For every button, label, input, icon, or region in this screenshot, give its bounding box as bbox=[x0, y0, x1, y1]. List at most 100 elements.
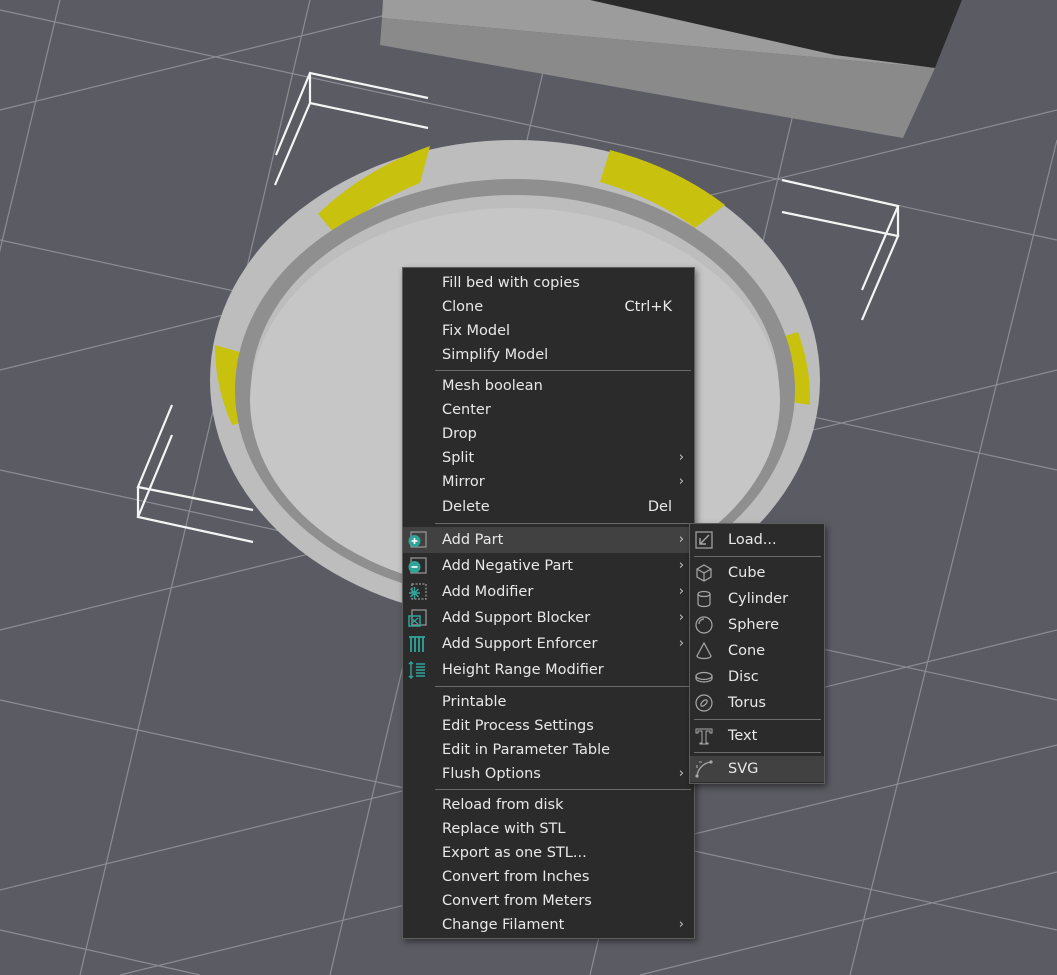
load-icon bbox=[695, 531, 713, 549]
menu-item-label: Convert from Meters bbox=[442, 893, 592, 909]
menu-item-label: Simplify Model bbox=[442, 347, 549, 363]
menu-item-add-negative-part[interactable]: Add Negative Part › bbox=[403, 553, 694, 579]
submenu-item-label: Load... bbox=[728, 532, 777, 548]
menu-item-label: Add Support Blocker bbox=[442, 610, 591, 626]
menu-item-split[interactable]: Split › bbox=[403, 446, 694, 470]
menu-item-printable[interactable]: Printable bbox=[403, 690, 694, 714]
shortcut-label: Ctrl+K bbox=[624, 299, 672, 315]
chevron-right-icon: › bbox=[678, 917, 684, 932]
submenu-item-label: Cylinder bbox=[728, 591, 789, 607]
menu-item-label: Reload from disk bbox=[442, 797, 564, 813]
menu-item-fill-bed-with-copies[interactable]: Fill bed with copies bbox=[403, 271, 694, 295]
menu-item-edit-process-settings[interactable]: Edit Process Settings bbox=[403, 714, 694, 738]
menu-item-add-part[interactable]: Add Part › bbox=[403, 527, 694, 553]
menu-item-simplify-model[interactable]: Simplify Model bbox=[403, 343, 694, 367]
object-context-menu: Fill bed with copies Clone Ctrl+K Fix Mod… bbox=[402, 267, 695, 939]
menu-item-flush-options[interactable]: Flush Options › bbox=[403, 762, 694, 786]
submenu-item-torus[interactable]: Torus bbox=[690, 690, 824, 716]
menu-item-label: Replace with STL bbox=[442, 821, 566, 837]
menu-item-replace-with-stl[interactable]: Replace with STL bbox=[403, 817, 694, 841]
chevron-right-icon: › bbox=[678, 610, 684, 625]
menu-item-fix-model[interactable]: Fix Model bbox=[403, 319, 694, 343]
menu-item-label: Printable bbox=[442, 694, 507, 710]
submenu-item-sphere[interactable]: Sphere bbox=[690, 612, 824, 638]
menu-group-object: Fill bed with copies Clone Ctrl+K Fix Mod… bbox=[403, 271, 694, 367]
menu-item-label: Add Support Enforcer bbox=[442, 636, 598, 652]
menu-separator bbox=[694, 719, 821, 720]
submenu-item-label: Torus bbox=[728, 695, 766, 711]
menu-item-edit-in-parameter-table[interactable]: Edit in Parameter Table bbox=[403, 738, 694, 762]
menu-item-clone[interactable]: Clone Ctrl+K bbox=[403, 295, 694, 319]
submenu-item-label: Text bbox=[728, 728, 758, 744]
menu-item-add-support-blocker[interactable]: Add Support Blocker › bbox=[403, 605, 694, 631]
submenu-item-cylinder[interactable]: Cylinder bbox=[690, 586, 824, 612]
menu-item-reload-from-disk[interactable]: Reload from disk bbox=[403, 793, 694, 817]
svg-icon bbox=[695, 760, 713, 778]
menu-item-export-as-one-stl[interactable]: Export as one STL... bbox=[403, 841, 694, 865]
menu-item-add-modifier[interactable]: Add Modifier › bbox=[403, 579, 694, 605]
menu-item-label: Add Modifier bbox=[442, 584, 534, 600]
menu-item-label: Mirror bbox=[442, 474, 485, 490]
cylinder-icon bbox=[697, 590, 711, 608]
chevron-right-icon: › bbox=[678, 532, 684, 547]
menu-item-add-support-enforcer[interactable]: Add Support Enforcer › bbox=[403, 631, 694, 657]
menu-group-add: Add Part › Add Negative Part › Add Modifie… bbox=[403, 527, 694, 683]
menu-item-delete[interactable]: Delete Del bbox=[403, 494, 694, 520]
text-icon bbox=[695, 728, 713, 745]
submenu-item-label: Sphere bbox=[728, 617, 780, 633]
chevron-right-icon: › bbox=[678, 584, 684, 599]
menu-group-transform: Mesh boolean Center Drop Split › Mirror › … bbox=[403, 374, 694, 520]
menu-group-settings: Printable Edit Process Settings Edit in … bbox=[403, 690, 694, 786]
menu-item-mesh-boolean[interactable]: Mesh boolean bbox=[403, 374, 694, 398]
menu-item-label: Height Range Modifier bbox=[442, 662, 604, 678]
submenu-item-disc[interactable]: Disc bbox=[690, 664, 824, 690]
menu-item-label: Split bbox=[442, 450, 475, 466]
menu-item-label: Mesh boolean bbox=[442, 378, 543, 394]
menu-item-height-range-modifier[interactable]: Height Range Modifier bbox=[403, 657, 694, 683]
submenu-item-svg[interactable]: SVG bbox=[690, 756, 824, 782]
chevron-right-icon: › bbox=[678, 636, 684, 651]
support-blocker-icon bbox=[408, 609, 427, 627]
submenu-item-text[interactable]: Text bbox=[690, 723, 824, 749]
menu-item-drop[interactable]: Drop bbox=[403, 422, 694, 446]
disc-icon bbox=[695, 671, 713, 683]
menu-item-label: Convert from Inches bbox=[442, 869, 590, 885]
add-part-icon bbox=[408, 531, 427, 548]
menu-separator bbox=[435, 789, 691, 790]
menu-item-label: Clone bbox=[442, 299, 484, 315]
submenu-item-cone[interactable]: Cone bbox=[690, 638, 824, 664]
menu-separator bbox=[694, 752, 821, 753]
shortcut-label: Del bbox=[647, 499, 672, 515]
chevron-right-icon: › bbox=[678, 558, 684, 573]
chevron-right-icon: › bbox=[678, 766, 684, 781]
submenu-item-load[interactable]: Load... bbox=[690, 527, 824, 553]
menu-item-change-filament[interactable]: Change Filament › bbox=[403, 913, 694, 937]
menu-separator bbox=[435, 523, 691, 524]
sphere-icon bbox=[695, 616, 713, 634]
menu-item-label: Edit Process Settings bbox=[442, 718, 594, 734]
add-modifier-icon bbox=[409, 583, 427, 600]
menu-item-center[interactable]: Center bbox=[403, 398, 694, 422]
menu-group-file: Reload from disk Replace with STL Export… bbox=[403, 793, 694, 937]
submenu-item-cube[interactable]: Cube bbox=[690, 560, 824, 586]
submenu-item-label: Cone bbox=[728, 643, 766, 659]
torus-icon bbox=[695, 694, 713, 712]
menu-item-label: Delete bbox=[442, 499, 490, 515]
chevron-right-icon: › bbox=[678, 474, 684, 489]
submenu-item-label: Cube bbox=[728, 565, 766, 581]
height-range-icon bbox=[408, 661, 425, 679]
menu-item-label: Change Filament bbox=[442, 917, 565, 933]
chevron-right-icon: › bbox=[678, 450, 684, 465]
menu-item-convert-from-inches[interactable]: Convert from Inches bbox=[403, 865, 694, 889]
menu-item-convert-from-meters[interactable]: Convert from Meters bbox=[403, 889, 694, 913]
cube-icon bbox=[696, 564, 712, 582]
menu-item-mirror[interactable]: Mirror › bbox=[403, 470, 694, 494]
menu-item-label: Fill bed with copies bbox=[442, 275, 580, 291]
support-enforcer-icon bbox=[409, 636, 425, 652]
add-part-submenu: Load... Cube Cylinder Sphere Cone Disc T… bbox=[689, 523, 825, 784]
menu-item-label: Flush Options bbox=[442, 766, 541, 782]
cone-icon bbox=[696, 641, 712, 660]
submenu-item-label: SVG bbox=[728, 761, 759, 777]
menu-item-label: Drop bbox=[442, 426, 477, 442]
menu-item-label: Add Negative Part bbox=[442, 558, 573, 574]
